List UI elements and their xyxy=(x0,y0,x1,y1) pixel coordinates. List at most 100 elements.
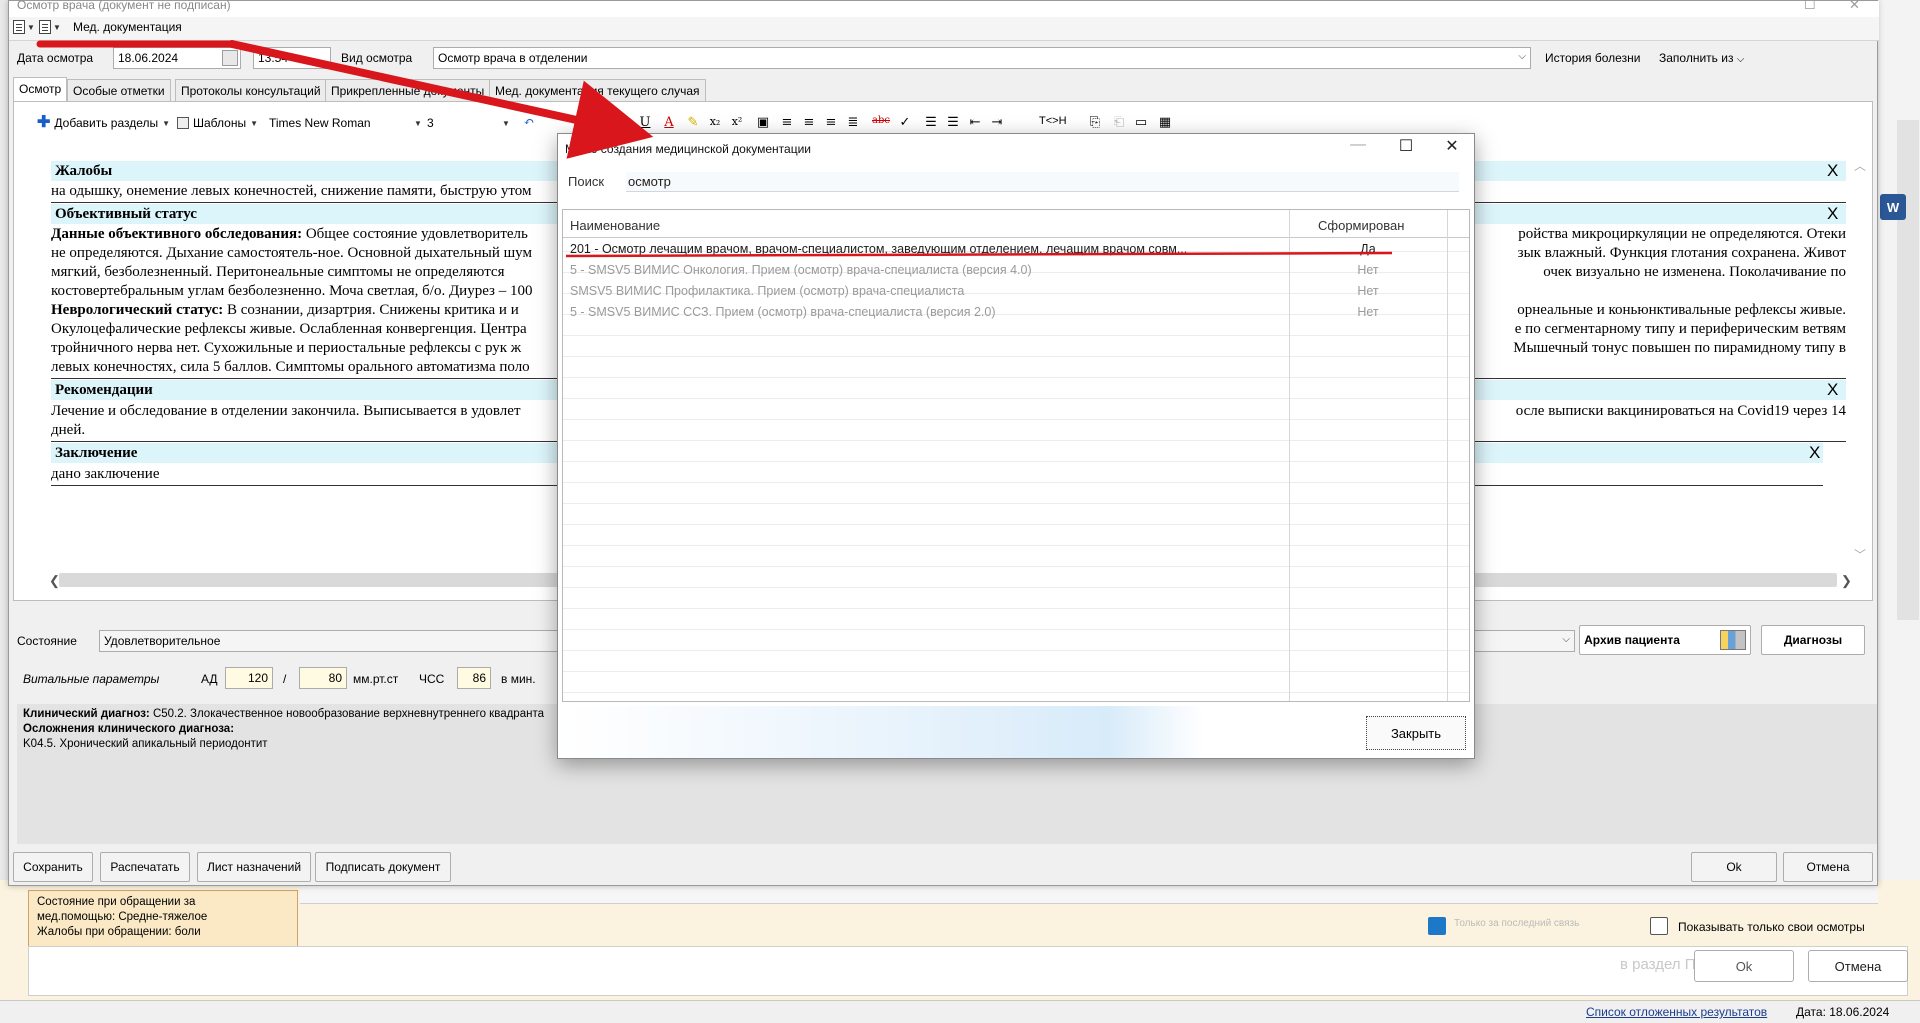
clinical-diagnosis-value: C50.2. Злокачественное новообразование в… xyxy=(149,708,544,720)
table-icon[interactable]: ▦ xyxy=(1155,115,1175,133)
undo-icon[interactable]: ↶ xyxy=(519,115,539,133)
only-last-label: Только за последний связь xyxy=(1454,918,1580,929)
tab-attached-docs[interactable]: Прикрепленные документы xyxy=(325,79,491,101)
bold-caption: Данные объективного обследования: xyxy=(51,226,303,242)
maximize-icon[interactable]: ☐ xyxy=(1386,136,1426,156)
maximize-icon[interactable]: ☐ xyxy=(1804,0,1816,13)
diagnoses-button[interactable]: Диагнозы xyxy=(1761,625,1865,655)
chevron-down-icon: ▼ xyxy=(414,118,422,128)
templates-label: Шаблоны xyxy=(193,116,247,130)
med-doc-create-dialog: Меню создания медицинской документации —… xyxy=(557,133,1475,759)
highlight-icon[interactable]: ✎ xyxy=(683,115,703,133)
font-name-select[interactable]: Times New Roman ▼ xyxy=(269,116,422,130)
bp-unit: мм.рт.ст xyxy=(353,672,399,686)
dialog-close-button[interactable]: Закрыть xyxy=(1366,716,1466,750)
numbered-list-icon[interactable]: ☰ xyxy=(921,115,941,133)
subscript-icon[interactable]: x₂ xyxy=(705,115,725,133)
row-formed: Нет xyxy=(1357,305,1379,319)
underline-icon[interactable]: U xyxy=(635,115,655,133)
tab-special-notes[interactable]: Особые отметки xyxy=(67,79,171,101)
exam-time-value: 13:54 xyxy=(258,51,289,65)
history-button[interactable]: История болезни xyxy=(1545,51,1640,65)
deferred-results-link[interactable]: Список отложенных результатов xyxy=(1586,1005,1767,1019)
remove-section-icon[interactable]: X xyxy=(1827,204,1838,223)
add-sections-button[interactable]: ✚ Добавить разделы ▼ xyxy=(37,115,171,131)
column-header-formed[interactable]: Сформирован xyxy=(1318,218,1404,233)
special-char-icon[interactable]: ▣ xyxy=(753,115,773,133)
align-left-icon[interactable]: ≡ xyxy=(777,115,797,133)
tools-menu[interactable]: ▼ xyxy=(39,20,61,34)
heart-rate-input[interactable]: 86 xyxy=(457,667,491,689)
column-header-name[interactable]: Наименование xyxy=(570,218,660,233)
med-doc-menu[interactable]: Мед. документация xyxy=(73,20,182,34)
field-icon[interactable]: ▭ xyxy=(1131,115,1151,133)
paste-icon[interactable]: ⎗ xyxy=(1109,115,1129,133)
strikethrough-icon[interactable]: abc xyxy=(871,115,891,133)
section-text-line: е по сегментарному типу и периферическим… xyxy=(1514,321,1846,337)
archive-book-icon xyxy=(1719,630,1746,650)
section-title: Жалобы xyxy=(55,163,113,179)
state-value: Удовлетворительное xyxy=(104,634,221,648)
superscript-icon[interactable]: x² xyxy=(727,115,747,133)
section-text-line: костовертебральным углам безболезненно. … xyxy=(51,283,533,299)
templates-button[interactable]: Шаблоны ▼ xyxy=(177,116,258,130)
copy-icon[interactable]: ⎘ xyxy=(1085,115,1105,133)
scroll-right-icon[interactable]: ❯ xyxy=(1841,573,1852,589)
chevron-down-icon: ▼ xyxy=(162,118,171,128)
grid-row[interactable]: 5 - SMSV5 ВИМИС ССЗ. Прием (осмотр) врач… xyxy=(563,302,1469,323)
prescriptions-button[interactable]: Лист назначений xyxy=(197,852,311,882)
close-icon[interactable]: ✕ xyxy=(1432,136,1472,156)
settings-doc-icon xyxy=(39,20,51,34)
align-right-icon[interactable]: ≡ xyxy=(821,115,841,133)
align-justify-icon[interactable]: ≣ xyxy=(843,115,863,133)
search-input[interactable] xyxy=(626,172,1459,192)
font-color-icon[interactable]: A xyxy=(659,115,679,133)
only-last-checkbox[interactable] xyxy=(1428,917,1446,935)
section-text-line: осле выписки вакцинироваться на Covid19 … xyxy=(1515,403,1846,419)
scroll-up-icon[interactable]: ︿ xyxy=(1854,157,1866,174)
exam-time-field[interactable]: 13:54 xyxy=(253,47,331,69)
calendar-icon[interactable] xyxy=(222,50,238,66)
grid-row[interactable]: 201 - Осмотр лечащим врачом, врачом-спец… xyxy=(563,239,1469,260)
minimize-icon[interactable]: — xyxy=(1338,136,1378,154)
background-ok-button[interactable]: Ok xyxy=(1694,950,1794,982)
grid-row[interactable]: 5 - SMSV5 ВИМИС Онкология. Прием (осмотр… xyxy=(563,260,1469,281)
grid-row[interactable]: SMSV5 ВИМИС Профилактика. Прием (осмотр)… xyxy=(563,281,1469,302)
background-cancel-button[interactable]: Отмена xyxy=(1808,950,1908,982)
show-own-checkbox[interactable] xyxy=(1650,917,1668,935)
tab-exam[interactable]: Осмотр xyxy=(13,77,68,102)
word-icon[interactable]: W xyxy=(1880,194,1906,220)
bullet-list-icon[interactable]: ☰ xyxy=(943,115,963,133)
tab-consultations[interactable]: Протоколы консультаций xyxy=(175,79,327,101)
patient-archive-button[interactable]: Архив пациента xyxy=(1579,625,1751,655)
font-size-select[interactable]: 3 ▼ xyxy=(427,116,510,130)
exam-date-field[interactable]: 18.06.2024 xyxy=(113,47,241,69)
remove-section-icon[interactable]: X xyxy=(1827,380,1838,399)
scroll-down-icon[interactable]: ﹀ xyxy=(1854,546,1866,563)
systolic-input[interactable]: 120 xyxy=(225,667,273,689)
print-button[interactable]: Распечатать xyxy=(100,852,190,882)
chevron-down-icon: ⌵ xyxy=(1562,634,1570,645)
spellcheck-icon[interactable]: ✓ xyxy=(895,115,915,133)
indent-icon[interactable]: ⇥ xyxy=(987,115,1007,133)
tag-toggle-button[interactable]: T<>H xyxy=(1039,115,1067,133)
document-menu[interactable]: ▼ xyxy=(13,20,35,34)
exam-type-select[interactable]: Осмотр врача в отделении ⌵ xyxy=(433,47,1531,69)
bp-slash: / xyxy=(283,672,287,686)
save-button[interactable]: Сохранить xyxy=(13,852,93,882)
diastolic-input[interactable]: 80 xyxy=(299,667,347,689)
remove-section-icon[interactable]: X xyxy=(1827,161,1838,180)
section-text-line: Лечение и обследование в отделении закон… xyxy=(51,403,521,419)
italic-icon[interactable]: I xyxy=(613,115,633,133)
remove-section-icon[interactable]: X xyxy=(1809,443,1820,462)
ok-button[interactable]: Ok xyxy=(1691,852,1777,882)
tab-current-case-docs[interactable]: Мед. документация текущего случая xyxy=(489,79,706,101)
cancel-button[interactable]: Отмена xyxy=(1783,852,1873,882)
fill-from-button[interactable]: Заполнить из ⌵ xyxy=(1659,51,1744,65)
bold-icon[interactable]: B xyxy=(593,115,613,133)
outdent-icon[interactable]: ⇤ xyxy=(965,115,985,133)
align-center-icon[interactable]: ≡ xyxy=(799,115,819,133)
close-icon[interactable]: ✕ xyxy=(1849,0,1860,13)
font-name-value: Times New Roman xyxy=(269,116,371,130)
sign-document-button[interactable]: Подписать документ xyxy=(315,852,451,882)
